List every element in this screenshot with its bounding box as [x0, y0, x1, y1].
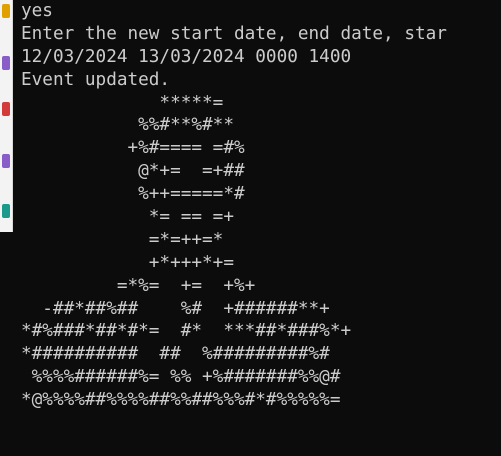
ascii-art-line: *#%###*##*#*= #* ***##*###%*+ [21, 321, 352, 342]
ascii-art-line: *= == =+ [21, 207, 234, 228]
terminal-line-prompt: Enter the new start date, end date, star [21, 23, 447, 44]
terminal-line-response: yes [21, 1, 53, 21]
pen-icon[interactable] [2, 204, 10, 218]
terminal-window: yes Enter the new start date, end date, s… [0, 0, 501, 456]
ascii-art-line: +*+++*+= [21, 252, 234, 273]
ascii-art-line: %++=====*# [21, 184, 245, 205]
ascii-art-line: -##*##%## %# +######**+ [21, 298, 330, 319]
terminal-output[interactable]: yes Enter the new start date, end date, s… [21, 0, 447, 412]
ascii-art-line: @*+= =+## [21, 161, 245, 182]
ascii-art-line: *****= [21, 92, 224, 113]
ascii-art-line: *@%%%%##%%%%##%%##%%%#*#%%%%%= [21, 390, 341, 411]
ascii-art-line: %%%%######%= %% +%#######%%@# [21, 367, 341, 388]
ascii-art-line: *########## ## %#########%# [21, 344, 330, 365]
terminal-line-status: Event updated. [21, 69, 171, 90]
ascii-art-line: +%#==== =#% [21, 138, 245, 159]
pdf-icon[interactable] [2, 102, 10, 116]
ascii-art-line: =*%= += +%+ [21, 275, 256, 296]
taskbar-side-strip [0, 0, 13, 232]
pencil-icon[interactable] [2, 56, 10, 70]
stamp-icon[interactable] [2, 154, 10, 168]
ascii-art-line: =*=++=* [21, 229, 224, 250]
ascii-art-line: %%#**%#** [21, 115, 234, 136]
chat-icon[interactable] [2, 4, 10, 18]
terminal-line-input: 12/03/2024 13/03/2024 0000 1400 [21, 46, 352, 67]
